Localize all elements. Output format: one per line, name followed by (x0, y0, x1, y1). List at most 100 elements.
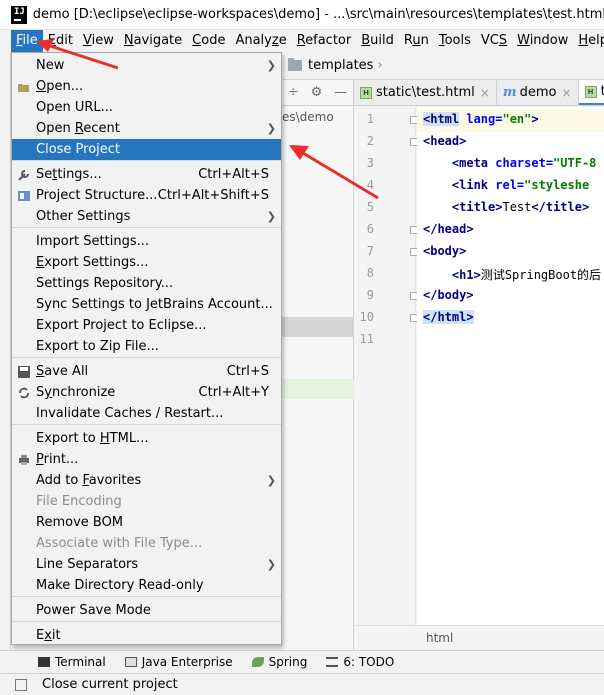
tab-demo[interactable]: m demo × (497, 80, 579, 105)
navigation-bar: templates › (282, 52, 604, 80)
code-line: <body> (423, 244, 466, 258)
gear-icon[interactable]: ⚙ (311, 85, 323, 100)
code-token: </title> (531, 200, 590, 214)
menu-item-remove-bom[interactable]: Remove BOM (12, 512, 281, 533)
editor-breadcrumb-bar: html (354, 625, 604, 650)
line-number: 6 (366, 222, 374, 236)
menu-item-save-all[interactable]: Save All Ctrl+S (12, 361, 281, 382)
code-token: > (531, 112, 539, 126)
menu-item-label: File Encoding (36, 494, 122, 509)
close-icon[interactable]: × (562, 86, 572, 100)
editor-gutter: 1 2 3 4 5 6 7 8 9 10 11 (354, 107, 418, 625)
menu-help[interactable]: Help (573, 30, 604, 52)
tab-label: static\test.html (376, 85, 475, 100)
wrench-icon (17, 168, 31, 182)
menu-item-label: Export to HTML... (36, 431, 149, 446)
todo-tool-button[interactable]: 6: TODO (326, 655, 394, 669)
menu-item-new[interactable]: New ❯ (12, 55, 281, 76)
menu-item-synchronize[interactable]: Synchronize Ctrl+Alt+Y (12, 382, 281, 403)
menu-item-invalidate-caches-restart[interactable]: Invalidate Caches / Restart... (12, 403, 281, 424)
collapse-all-icon[interactable]: ÷ (288, 85, 299, 100)
project-tree-row[interactable] (282, 379, 354, 399)
code-token: <title> (451, 200, 503, 214)
menu-analyze[interactable]: Analyze (230, 30, 291, 52)
menu-item-export-settings[interactable]: Export Settings... (12, 252, 281, 273)
menu-edit[interactable]: Edit (43, 30, 78, 52)
menu-vcs[interactable]: VCS (476, 30, 512, 52)
line-number: 11 (359, 332, 374, 346)
code-token: rel= (488, 178, 525, 192)
menu-item-label: Project Structure... (36, 188, 158, 203)
menu-refactor[interactable]: Refactor (292, 30, 357, 52)
menu-item-label: New (36, 58, 65, 73)
menu-item-settings[interactable]: Settings... Ctrl+Alt+S (12, 164, 281, 185)
code-line: <title>Test</title> (423, 200, 589, 214)
line-number: 5 (366, 200, 374, 214)
menu-item-line-separators[interactable]: Line Separators ❯ (12, 554, 281, 575)
menu-tools[interactable]: Tools (434, 30, 476, 52)
code-text: Test (502, 200, 532, 214)
terminal-tool-button[interactable]: Terminal (38, 655, 106, 669)
java-enterprise-tool-button[interactable]: Java Enterprise (124, 655, 233, 669)
todo-icon (326, 657, 339, 667)
print-icon (17, 453, 31, 467)
submenu-arrow-icon: ❯ (266, 474, 276, 487)
menu-item-label: Synchronize (36, 385, 116, 400)
code-token: </head> (423, 222, 474, 236)
menu-item-project-structure[interactable]: Project Structure... Ctrl+Alt+Shift+S (12, 185, 281, 206)
code-editor[interactable]: <html lang="en"> <head> <meta charset="UT… (417, 107, 604, 625)
close-icon[interactable]: × (480, 86, 490, 100)
menu-item-settings-repository[interactable]: Settings Repository... (12, 273, 281, 294)
toggle-tool-windows-icon[interactable] (15, 678, 27, 691)
menu-item-export-to-zip-file[interactable]: Export to Zip File... (12, 336, 281, 357)
code-token: "en" (502, 112, 532, 126)
menu-item-make-directory-read-only[interactable]: Make Directory Read-only (12, 575, 281, 596)
line-number: 8 (366, 266, 374, 280)
title-bar: IJ demo [D:\eclipse\eclipse-workspaces\d… (0, 0, 604, 30)
tool-window-bar: Terminal Java Enterprise Spring 6: TODO (0, 650, 604, 673)
menu-item-open-url[interactable]: Open URL... (12, 97, 281, 118)
breadcrumb-html[interactable]: html (426, 631, 453, 645)
tab-test-html[interactable]: H te (578, 80, 604, 105)
menu-item-add-to-favorites[interactable]: Add to Favorites ❯ (12, 470, 281, 491)
menu-navigate[interactable]: Navigate (119, 30, 187, 52)
menu-item-label: Line Separators (36, 557, 139, 572)
menu-item-exit[interactable]: Exit (12, 625, 281, 646)
menu-separator (12, 227, 281, 228)
tool-label: Java Enterprise (141, 655, 233, 669)
menu-item-label: Sync Settings to JetBrains Account... (36, 297, 273, 312)
menu-item-sync-settings-to-jetbrains-account[interactable]: Sync Settings to JetBrains Account... (12, 294, 281, 315)
tool-label: 6: TODO (343, 655, 395, 669)
menu-item-label: Open Recent (36, 121, 120, 136)
shortcut-label: Ctrl+S (226, 364, 269, 379)
menu-window[interactable]: Window (512, 30, 573, 52)
menu-item-close-project[interactable]: Close Project (12, 139, 281, 160)
html-file-icon: H (360, 86, 372, 99)
menu-build[interactable]: Build (356, 30, 399, 52)
menu-code[interactable]: Code (187, 30, 230, 52)
menu-item-import-settings[interactable]: Import Settings... (12, 231, 281, 252)
menu-item-open[interactable]: Open... (12, 76, 281, 97)
nav-folder-templates[interactable]: templates (308, 58, 373, 73)
menu-run[interactable]: Run (399, 30, 434, 52)
menu-item-export-project-to-eclipse[interactable]: Export Project to Eclipse... (12, 315, 281, 336)
menu-item-print[interactable]: Print... (12, 449, 281, 470)
minimize-icon[interactable]: — (334, 85, 347, 100)
menu-item-open-recent[interactable]: Open Recent ❯ (12, 118, 281, 139)
menu-item-label: Print... (36, 452, 79, 467)
spring-tool-button[interactable]: Spring (251, 655, 307, 669)
menu-separator (12, 621, 281, 622)
code-token: <body> (423, 244, 467, 258)
menu-item-power-save-mode[interactable]: Power Save Mode (12, 600, 281, 621)
menu-item-label: Settings... (36, 167, 102, 182)
menu-file[interactable]: File (11, 30, 43, 52)
code-line: </head> (423, 222, 474, 236)
menu-item-file-encoding: File Encoding (12, 491, 281, 512)
tab-static-test-html[interactable]: H static\test.html × (354, 80, 497, 105)
menu-view[interactable]: View (78, 30, 119, 52)
menu-item-export-to-html[interactable]: Export to HTML... (12, 428, 281, 449)
code-line: <head> (423, 134, 466, 148)
menu-item-other-settings[interactable]: Other Settings ❯ (12, 206, 281, 227)
project-tree-selected-row[interactable] (282, 317, 354, 337)
